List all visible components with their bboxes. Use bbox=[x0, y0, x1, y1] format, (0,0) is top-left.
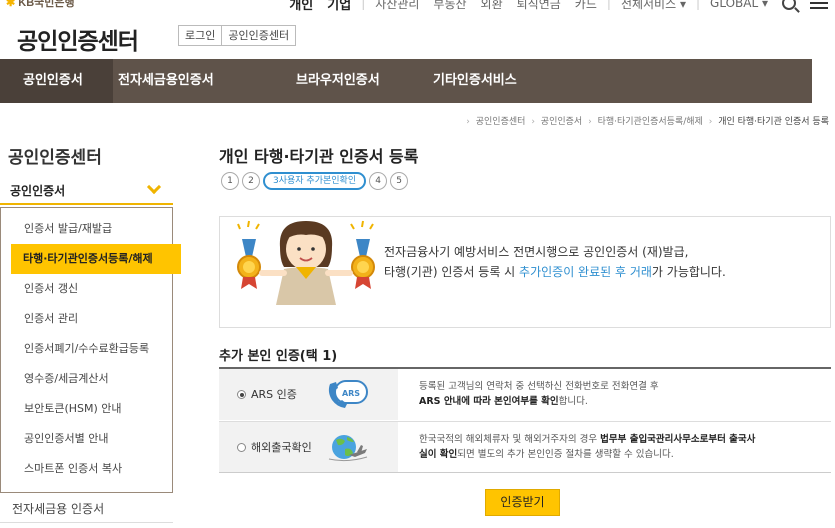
gnb-other-services[interactable]: 기타인증서비스 bbox=[408, 59, 548, 103]
step-4: 4 bbox=[369, 172, 388, 190]
breadcrumb-item[interactable]: 공인인증서 bbox=[541, 117, 582, 127]
step-1: 1 bbox=[221, 172, 239, 190]
step-3-current: 3사용자 추가본인확인 bbox=[263, 172, 367, 190]
gnb-public-cert[interactable]: 공인인증서 bbox=[0, 59, 113, 103]
ars-label[interactable]: ARS 인증 bbox=[251, 386, 297, 402]
sidebar-item-revoke[interactable]: 인증서폐기/수수료환급등록 bbox=[1, 334, 172, 364]
topnav-realestate[interactable]: 부동산 bbox=[433, 0, 466, 12]
sidebar-title: 공인인증센터 bbox=[8, 148, 102, 168]
step-indicator: 1 2 3사용자 추가본인확인 4 5 bbox=[221, 172, 411, 190]
search-icon[interactable] bbox=[782, 0, 796, 10]
sidebar-section-public-cert[interactable]: 공인인증서 bbox=[0, 174, 173, 205]
topnav-pension[interactable]: 퇴직연금 bbox=[517, 0, 561, 12]
site-title[interactable]: 공인인증센터 bbox=[17, 22, 139, 56]
breadcrumb-item[interactable]: 타행·타기관인증서등록/해제 bbox=[598, 117, 703, 127]
overseas-label[interactable]: 해외출국확인 bbox=[251, 439, 312, 455]
topnav-all-services[interactable]: 전체서비스 ▾ bbox=[621, 0, 686, 12]
overseas-description: 한국국적의 해외체류자 및 해외거주자의 경우 법무부 출입국관리사무소로부터 … bbox=[419, 434, 756, 460]
gnb-tax-cert[interactable]: 전자세금용인증서 bbox=[113, 59, 270, 103]
breadcrumb-item[interactable]: 공인인증센터 bbox=[476, 117, 526, 127]
mascot-with-medals-icon bbox=[237, 220, 375, 305]
breadcrumb-separator: › bbox=[466, 117, 470, 127]
sidebar-section-label: 공인인증서 bbox=[10, 184, 66, 198]
step-2: 2 bbox=[242, 172, 260, 190]
cert-center-link[interactable]: 공인인증센터 bbox=[221, 26, 295, 45]
notice-text: 전자금융사기 예방서비스 전면시행으로 공인인증서 (재)발급, 타행(기관) … bbox=[384, 245, 726, 279]
sidebar-item-manage[interactable]: 인증서 관리 bbox=[1, 304, 172, 334]
breadcrumb: › 공인인증센터 › 공인인증서 › 타행·타기관인증서등록/해제 › 개인 타… bbox=[466, 117, 829, 127]
get-certified-button[interactable]: 인증받기 bbox=[485, 489, 560, 516]
overseas-radio[interactable] bbox=[237, 443, 246, 452]
globe-airplane-icon bbox=[328, 435, 368, 462]
sidebar-item-other-bank-register[interactable]: 타행·타기관인증서등록/해제 bbox=[11, 244, 181, 274]
step-5: 5 bbox=[390, 172, 409, 190]
svg-text:ARS: ARS bbox=[342, 389, 360, 398]
sidebar-item-hsm[interactable]: 보안토큰(HSM) 안내 bbox=[1, 394, 172, 424]
topnav-asset[interactable]: 자산관리 bbox=[375, 0, 419, 12]
kb-logo[interactable]: ✱ KB국민은행 bbox=[6, 0, 75, 10]
topnav-business[interactable]: 기업 bbox=[327, 0, 351, 13]
auth-option-ars[interactable]: ARS 인증 ARS 등록된 고객님의 연락처 중 선택하신 전화번호로 전화연… bbox=[219, 369, 831, 420]
section-title-additional-auth: 추가 본인 인증(택 1) bbox=[219, 349, 338, 364]
sidebar-item-cert-guide[interactable]: 공인인증서별 안내 bbox=[1, 424, 172, 454]
breadcrumb-current: 개인 타행·타기관 인증서 등록 bbox=[718, 117, 829, 127]
sidebar-menu: 인증서 발급/재발급 타행·타기관인증서등록/해제 인증서 갱신 인증서 관리 … bbox=[0, 207, 181, 493]
menu-icon[interactable] bbox=[810, 0, 828, 12]
topnav-forex[interactable]: 외환 bbox=[481, 0, 503, 12]
ars-description: 등록된 고객님의 연락처 중 선택하신 전화번호로 전화연결 후 ARS 안내에… bbox=[419, 381, 659, 407]
sidebar-item-renew[interactable]: 인증서 갱신 bbox=[1, 274, 172, 304]
sidebar-item-smartphone-copy[interactable]: 스마트폰 인증서 복사 bbox=[1, 454, 172, 484]
chevron-down-icon bbox=[146, 179, 162, 195]
auth-option-overseas[interactable]: 해외출국확인 한국국적의 해외체류자 및 해외거주자의 경우 법무부 출입국관리… bbox=[219, 421, 831, 472]
kb-star-icon: ✱ bbox=[6, 0, 16, 9]
ars-phone-icon: ARS bbox=[328, 380, 368, 408]
topnav-card[interactable]: 카드 bbox=[575, 0, 597, 12]
page-title: 개인 타행·타기관 인증서 등록 bbox=[219, 147, 419, 166]
sidebar-item-issue[interactable]: 인증서 발급/재발급 bbox=[1, 214, 172, 244]
gnb-browser-cert[interactable]: 브라우저인증서 bbox=[270, 59, 408, 103]
top-nav: 개인 기업 | 자산관리 부동산 외환 퇴직연금 카드 | 전체서비스 ▾ | … bbox=[282, 0, 835, 13]
topnav-global[interactable]: GLOBAL ▾ bbox=[710, 0, 768, 10]
sidebar-item-receipt[interactable]: 영수증/세금계산서 bbox=[1, 364, 172, 394]
header-links: 로그인 공인인증센터 bbox=[178, 25, 297, 46]
main-nav: 공인인증서 전자세금용인증서 브라우저인증서 기타인증서비스 bbox=[0, 59, 812, 103]
login-link[interactable]: 로그인 bbox=[179, 26, 221, 45]
auth-options-table: ARS 인증 ARS 등록된 고객님의 연락처 중 선택하신 전화번호로 전화연… bbox=[219, 367, 831, 473]
notice-box: 전자금융사기 예방서비스 전면시행으로 공인인증서 (재)발급, 타행(기관) … bbox=[219, 216, 831, 328]
topnav-personal[interactable]: 개인 bbox=[289, 0, 313, 13]
ars-radio[interactable] bbox=[237, 390, 246, 399]
sidebar-item-tax-cert[interactable]: 전자세금용 인증서 bbox=[12, 500, 104, 517]
